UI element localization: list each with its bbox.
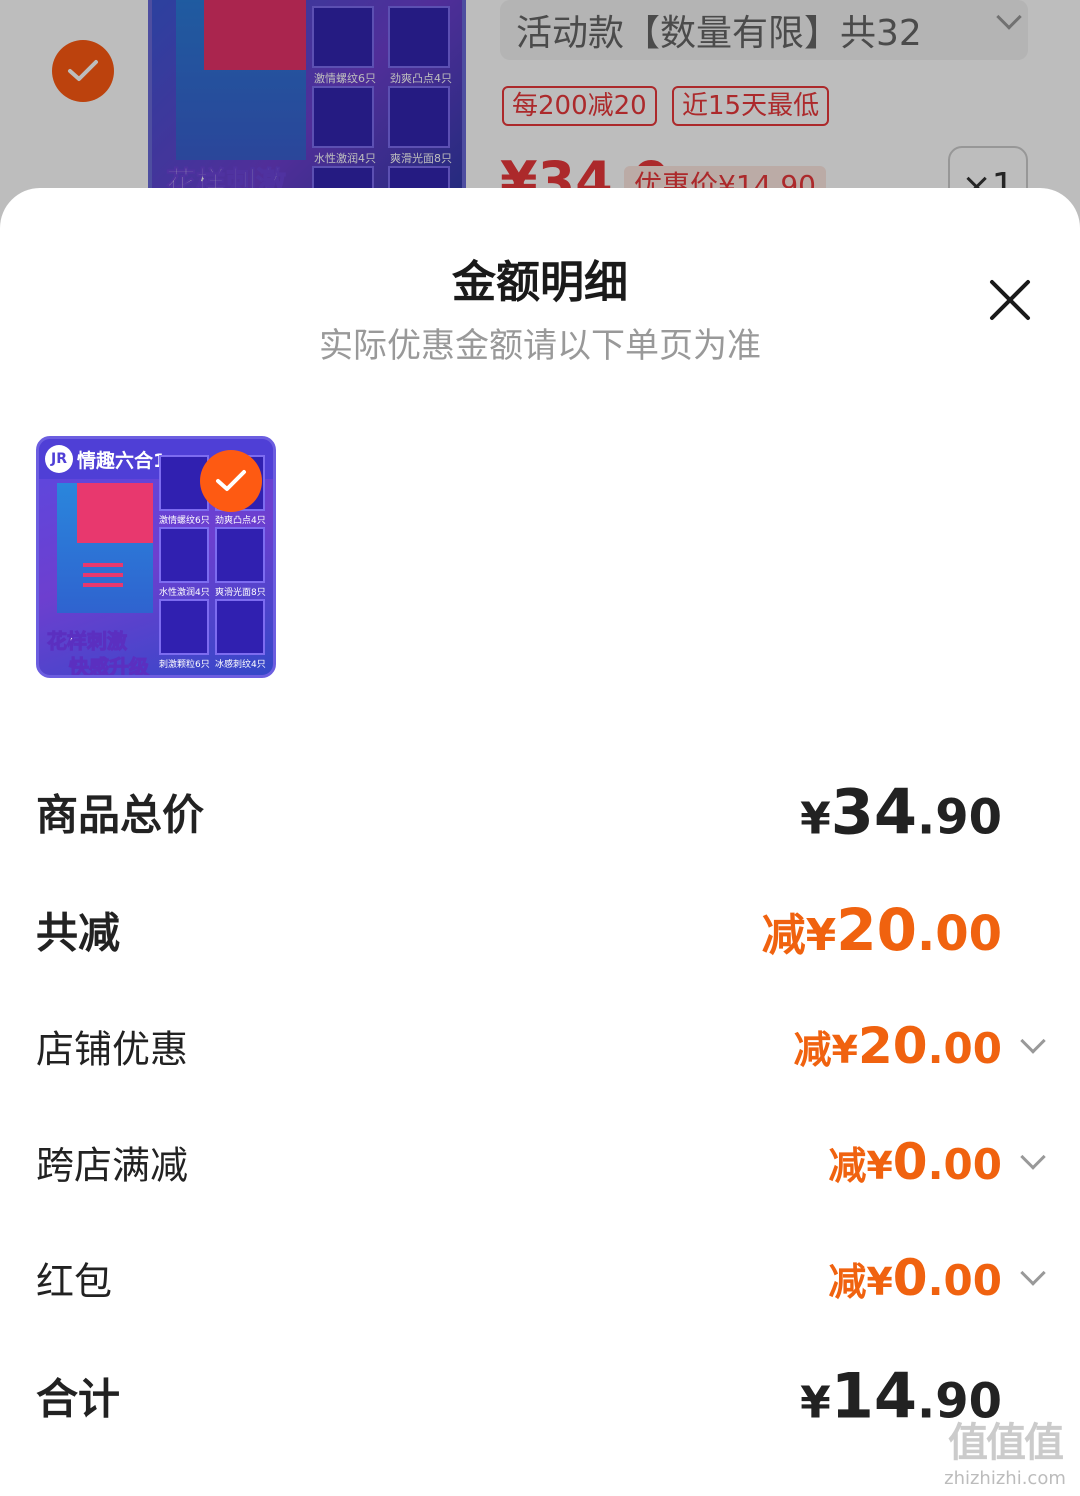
thumb-slogan-2: 快感升级 <box>69 655 150 678</box>
sheet-title: 金额明细 <box>452 257 628 308</box>
total-price-value: ¥34.90 <box>800 775 1002 849</box>
close-icon <box>990 280 1030 320</box>
chevron-down-icon[interactable] <box>1020 1260 1046 1286</box>
sheet-subtitle: 实际优惠金额请以下单页为准 <box>319 326 761 366</box>
shop-discount-value: 减¥20.00 <box>793 1017 1002 1075</box>
chevron-down-icon[interactable] <box>1020 1028 1046 1054</box>
amount-detail-sheet: 金额明细 实际优惠金额请以下单页为准 JR 情趣六合1 激情螺纹6只 劲爽凸点4… <box>0 188 1080 1496</box>
shop-discount-row[interactable]: 店铺优惠 减¥20.00 <box>36 1006 1046 1086</box>
red-packet-row[interactable]: 红包 减¥0.00 <box>36 1238 1046 1318</box>
grand-total-label: 合计 <box>36 1374 121 1424</box>
cross-shop-discount-label: 跨店满减 <box>36 1143 189 1188</box>
watermark: 值值值 zhizhizhi.com <box>930 1410 1080 1489</box>
thumb-caption: 激情螺纹6只 <box>159 516 210 526</box>
total-price-label: 商品总价 <box>36 790 205 840</box>
thumb-caption: 刺激颗粒6只 <box>159 660 210 670</box>
check-icon <box>216 470 246 491</box>
thumb-caption: 水性激润4只 <box>159 588 210 598</box>
cross-shop-discount-value: 减¥0.00 <box>828 1133 1002 1191</box>
brand-logo: JR <box>45 445 73 473</box>
product-checkbox[interactable] <box>200 450 262 512</box>
total-discount-label: 共减 <box>36 908 121 958</box>
grand-total-row: 合计 ¥14.90 <box>36 1356 1044 1436</box>
red-packet-value: 减¥0.00 <box>828 1249 1002 1307</box>
cross-shop-discount-row[interactable]: 跨店满减 减¥0.00 <box>36 1122 1046 1202</box>
close-button[interactable] <box>984 274 1036 326</box>
product-box-art <box>57 483 153 613</box>
thumb-caption: 爽滑光面8只 <box>215 588 266 598</box>
total-discount-row: 共减 减¥20.00 <box>36 890 1044 970</box>
thumb-caption: 冰感刺纹4只 <box>215 660 266 670</box>
red-packet-label: 红包 <box>36 1259 113 1304</box>
watermark-logo: 值值值 <box>948 1420 1064 1466</box>
chevron-down-icon[interactable] <box>1020 1144 1046 1170</box>
total-price-row: 商品总价 ¥34.90 <box>36 772 1044 852</box>
thumb-caption: 劲爽凸点4只 <box>215 516 266 526</box>
thumb-header: 情趣六合1 <box>77 450 167 472</box>
shop-discount-label: 店铺优惠 <box>36 1027 189 1072</box>
total-discount-value: 减¥20.00 <box>761 896 1002 964</box>
thumb-slogan-1: 花样刺激 <box>47 629 128 654</box>
watermark-url: zhizhizhi.com <box>944 1468 1066 1489</box>
